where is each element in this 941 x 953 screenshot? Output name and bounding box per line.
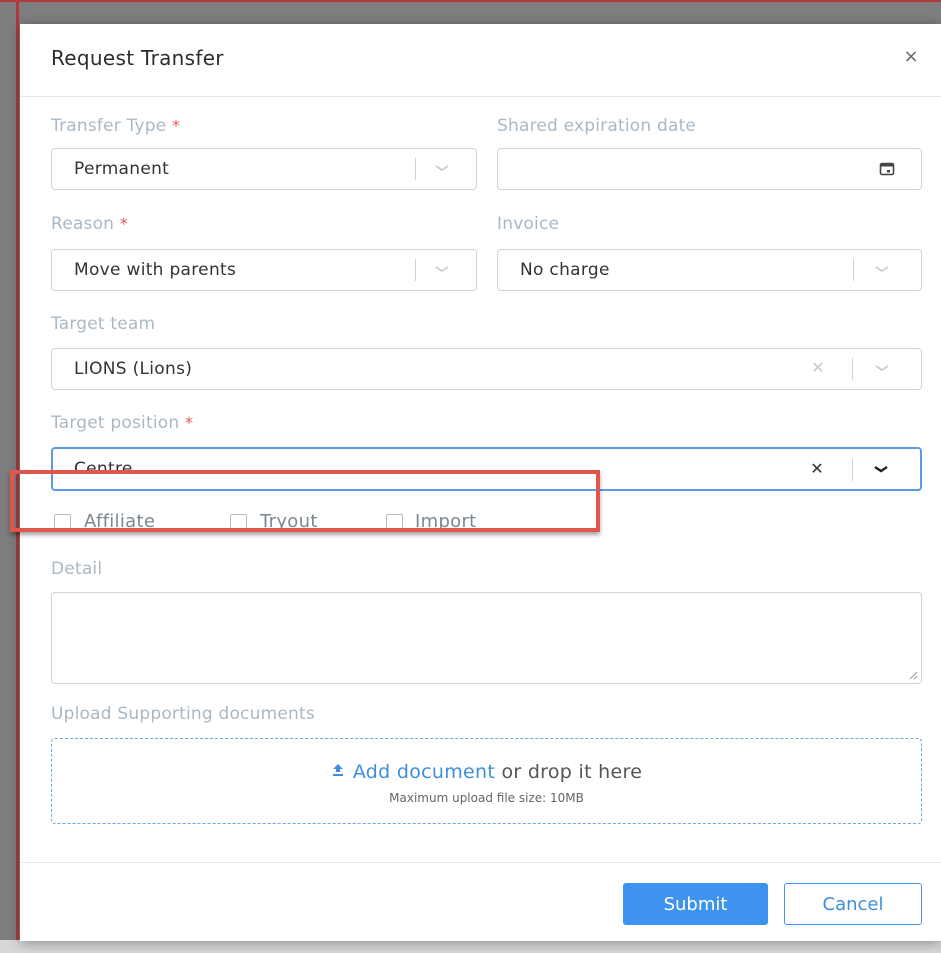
transfer-type-label-text: Transfer Type — [51, 116, 167, 136]
calendar-icon[interactable] — [878, 160, 896, 178]
reason-value: Move with parents — [74, 260, 237, 280]
transfer-type-select[interactable]: Permanent — [51, 148, 477, 190]
clear-icon[interactable]: ✕ — [808, 358, 828, 378]
required-mark: * — [184, 413, 194, 432]
chevron-down-icon[interactable] — [869, 457, 893, 481]
detail-textarea[interactable] — [51, 592, 922, 684]
upload-icon — [332, 764, 343, 776]
chevron-down-icon[interactable] — [430, 257, 454, 281]
upload-size-hint: Maximum upload file size: 10MB — [389, 791, 584, 805]
resize-grip-icon[interactable] — [908, 670, 918, 680]
invoice-value: No charge — [520, 260, 610, 280]
target-team-label: Target team — [51, 314, 156, 334]
add-document-link[interactable]: Add document — [353, 761, 495, 783]
chevron-down-icon[interactable] — [430, 156, 454, 180]
submit-button[interactable]: Submit — [623, 883, 768, 925]
dropzone-line: Add document or drop it here — [52, 761, 921, 783]
transfer-type-value: Permanent — [74, 159, 170, 179]
shared-expiration-date-label: Shared expiration date — [497, 116, 697, 136]
required-mark: * — [119, 214, 128, 233]
reason-select[interactable]: Move with parents — [51, 249, 477, 291]
invoice-select[interactable]: No charge — [497, 249, 922, 291]
invoice-label: Invoice — [497, 214, 560, 234]
close-icon[interactable]: × — [900, 46, 922, 68]
modal-header: Request Transfer × — [20, 24, 941, 97]
clear-icon[interactable]: ✕ — [807, 459, 827, 479]
reason-label-text: Reason — [51, 214, 115, 234]
select-separator — [852, 358, 853, 380]
transfer-type-label: Transfer Type * — [51, 116, 180, 136]
upload-dropzone[interactable]: Add document or drop it here Maximum upl… — [51, 738, 922, 824]
modal-title: Request Transfer — [51, 46, 224, 70]
target-position-label-text: Target position — [51, 413, 180, 433]
chevron-down-icon[interactable] — [870, 257, 894, 281]
target-position-label: Target position * — [51, 413, 193, 433]
cancel-button[interactable]: Cancel — [784, 883, 922, 925]
detail-label: Detail — [51, 559, 103, 579]
target-team-select[interactable]: LIONS (Lions) ✕ — [51, 348, 922, 390]
drop-hint-text: or drop it here — [495, 761, 643, 783]
target-team-value: LIONS (Lions) — [74, 359, 193, 379]
select-separator — [415, 158, 416, 180]
modal-footer: Submit Cancel — [20, 862, 941, 942]
select-separator — [415, 259, 416, 281]
backdrop-top-edge — [0, 0, 941, 2]
select-separator — [852, 459, 853, 481]
upload-label: Upload Supporting documents — [51, 704, 315, 724]
required-mark: * — [172, 116, 181, 135]
reason-label: Reason * — [51, 214, 128, 234]
annotation-highlight-box — [10, 470, 600, 532]
chevron-down-icon[interactable] — [870, 356, 894, 380]
select-separator — [853, 259, 854, 281]
shared-expiration-date-input[interactable] — [497, 148, 922, 190]
